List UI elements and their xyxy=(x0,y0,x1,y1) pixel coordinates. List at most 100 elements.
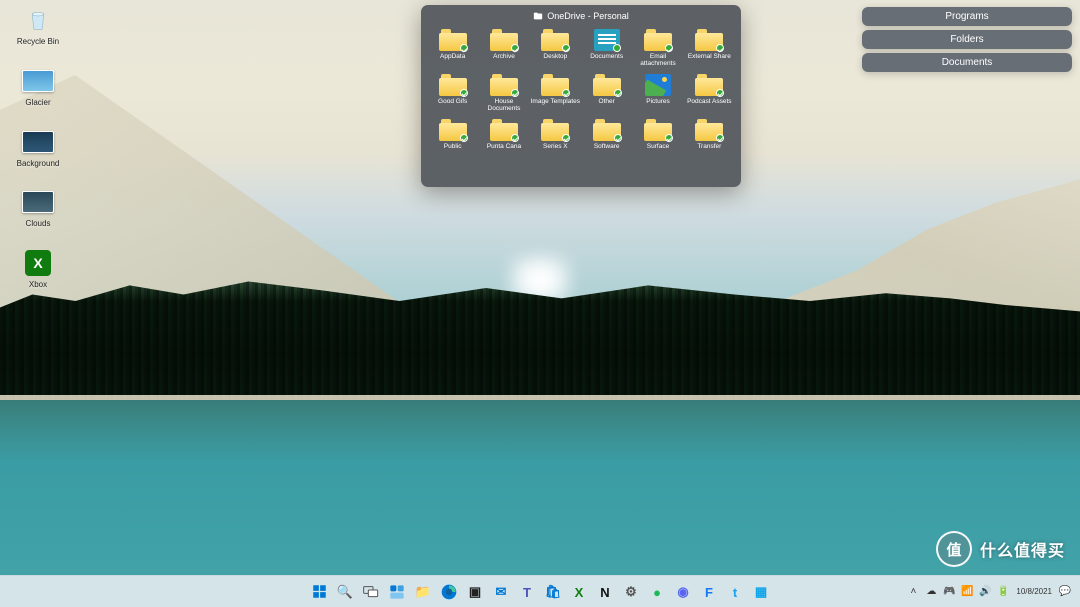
taskbar-app-store[interactable]: 🛍 xyxy=(542,581,564,603)
onedrive-item-external-share[interactable]: External Share xyxy=(684,27,735,70)
onedrive-panel[interactable]: OneDrive - Personal AppData Archive Deskto… xyxy=(421,5,741,187)
onedrive-item-appdata[interactable]: AppData xyxy=(427,27,478,70)
image-thumbnail-icon xyxy=(22,126,54,158)
onedrive-item-label: House Documents xyxy=(478,98,529,113)
folder-icon xyxy=(644,119,672,141)
onedrive-item-public[interactable]: Public xyxy=(427,117,478,159)
image-thumbnail-icon xyxy=(22,65,54,97)
onedrive-item-label: Good Gifs xyxy=(438,98,467,112)
taskbar-app-mail[interactable]: ✉ xyxy=(490,581,512,603)
desktop-icon-clouds[interactable]: Clouds xyxy=(8,186,68,229)
xbox-icon: X xyxy=(575,584,584,600)
taskbar-app-xbox[interactable]: X xyxy=(568,581,590,603)
taskbar-app-teams[interactable]: T xyxy=(516,581,538,603)
onedrive-item-series-x[interactable]: Series X xyxy=(530,117,581,159)
chevron-up-icon[interactable]: ˄ xyxy=(906,585,920,599)
watermark-text: 什么值得买 xyxy=(980,537,1065,561)
edge-icon xyxy=(441,584,457,600)
onedrive-item-surface[interactable]: Surface xyxy=(632,117,683,159)
onedrive-item-label: Email attachments xyxy=(632,53,683,68)
folder-icon xyxy=(593,74,621,96)
onedrive-item-label: Other xyxy=(599,98,615,112)
store-icon: 🛍 xyxy=(545,583,562,600)
folder-icon xyxy=(490,29,518,51)
onedrive-item-software[interactable]: Software xyxy=(581,117,632,159)
xbox-icon: X xyxy=(22,247,54,279)
date-text: 10/8/2021 xyxy=(1016,587,1052,597)
folder-icon xyxy=(439,74,467,96)
search-icon: 🔍 xyxy=(337,583,353,600)
onedrive-item-label: Image Templates xyxy=(531,98,580,112)
onedrive-item-archive[interactable]: Archive xyxy=(478,27,529,70)
taskbar-app-edge[interactable] xyxy=(438,581,460,603)
desktop-icon-background[interactable]: Background xyxy=(8,126,68,169)
folder-icon xyxy=(695,74,723,96)
battery-icon[interactable]: 🔋 xyxy=(996,585,1010,599)
desktop-icon-label: Background xyxy=(17,160,60,169)
discord-icon: ◉ xyxy=(677,583,688,600)
onedrive-item-image-templates[interactable]: Image Templates xyxy=(530,72,581,115)
taskbar-app-task-view[interactable] xyxy=(360,581,382,603)
onedrive-item-good-gifs[interactable]: Good Gifs xyxy=(427,72,478,115)
onedrive-item-documents[interactable]: Documents xyxy=(581,27,632,70)
notifications-icon[interactable]: 💬 xyxy=(1058,585,1072,599)
folder-icon xyxy=(695,119,723,141)
fence-button-programs[interactable]: Programs xyxy=(862,7,1072,26)
desktop-icon-label: Glacier xyxy=(25,99,50,108)
onedrive-item-pictures[interactable]: Pictures xyxy=(632,72,683,115)
onedrive-item-label: Software xyxy=(594,143,620,157)
folder-icon xyxy=(490,74,518,96)
onedrive-item-label: Archive xyxy=(493,53,515,67)
teams-icon: T xyxy=(523,584,531,600)
onedrive-item-email-attachments[interactable]: Email attachments xyxy=(632,27,683,70)
folder-icon xyxy=(490,119,518,141)
taskbar-app-app18[interactable]: ▦ xyxy=(750,581,772,603)
spotify-icon: ● xyxy=(653,584,661,600)
onedrive-item-label: Desktop xyxy=(543,53,567,67)
taskbar-app-notion[interactable]: N xyxy=(594,581,616,603)
taskbar-app-settings[interactable]: ⚙ xyxy=(620,581,642,603)
onedrive-item-label: Surface xyxy=(647,143,669,157)
taskbar-app-discord[interactable]: ◉ xyxy=(672,581,694,603)
taskbar-app-start[interactable] xyxy=(308,581,330,603)
watermark: 值 什么值得买 xyxy=(936,531,1065,567)
volume-icon[interactable]: 🔊 xyxy=(978,585,992,599)
onedrive-item-label: Punta Cana xyxy=(487,143,521,157)
onedrive-item-house-documents[interactable]: House Documents xyxy=(478,72,529,115)
onedrive-panel-title: OneDrive - Personal xyxy=(421,5,741,25)
taskbar-app-spotify[interactable]: ● xyxy=(646,581,668,603)
desktop-icon-recycle-bin[interactable]: Recycle Bin xyxy=(8,4,68,47)
folder-icon xyxy=(439,119,467,141)
notion-icon: N xyxy=(600,584,609,600)
onedrive-item-podcast-assets[interactable]: Podcast Assets xyxy=(684,72,735,115)
start-icon xyxy=(312,584,327,599)
desktop-icon-label: Recycle Bin xyxy=(17,38,59,47)
desktop-icon-label: Xbox xyxy=(29,281,47,290)
taskbar-app-facebook[interactable]: F xyxy=(698,581,720,603)
desktop-icon-label: Clouds xyxy=(26,220,51,229)
taskbar-app-twitter[interactable]: t xyxy=(724,581,746,603)
twitter-icon: t xyxy=(733,584,737,600)
onedrive-item-other[interactable]: Other xyxy=(581,72,632,115)
taskbar-app-terminal[interactable]: ▣ xyxy=(464,581,486,603)
onedrive-item-desktop[interactable]: Desktop xyxy=(530,27,581,70)
wifi-icon[interactable]: 📶 xyxy=(960,585,974,599)
taskbar-app-file-explorer[interactable]: 📁 xyxy=(412,581,434,603)
fence-button-folders[interactable]: Folders xyxy=(862,30,1072,49)
taskbar-app-search[interactable]: 🔍 xyxy=(334,581,356,603)
onedrive-item-punta-cana[interactable]: Punta Cana xyxy=(478,117,529,159)
folder-icon xyxy=(593,119,621,141)
controller-icon[interactable]: 🎮 xyxy=(942,585,956,599)
folder-icon xyxy=(644,29,672,51)
mail-icon: ✉ xyxy=(496,583,507,600)
desktop-icon-glacier[interactable]: Glacier xyxy=(8,65,68,108)
fence-buttons: Programs Folders Documents xyxy=(862,7,1072,72)
desktop-icon-xbox[interactable]: X Xbox xyxy=(8,247,68,290)
onedrive-item-label: Series X xyxy=(543,143,568,157)
task-view-icon xyxy=(363,586,379,598)
onedrive-icon[interactable]: ☁ xyxy=(924,585,938,599)
taskbar-clock[interactable]: 10/8/2021 xyxy=(1016,587,1052,597)
taskbar-app-widgets[interactable] xyxy=(386,581,408,603)
fence-button-documents[interactable]: Documents xyxy=(862,53,1072,72)
onedrive-item-transfer[interactable]: Transfer xyxy=(684,117,735,159)
